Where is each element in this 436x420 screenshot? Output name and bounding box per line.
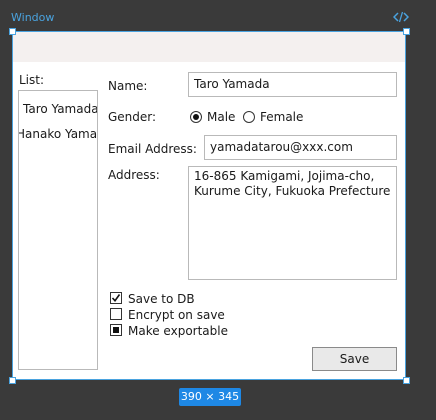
indeterminate-mark [113,327,119,333]
resize-handle-bottom-right[interactable] [403,377,410,384]
resize-handle-top-right[interactable] [403,28,410,35]
name-field[interactable]: Taro Yamada [188,72,397,97]
code-icon[interactable] [392,10,410,24]
encrypt-on-save-checkbox[interactable] [110,308,122,320]
window-title-strip [13,32,405,62]
male-radio-label[interactable]: Male [207,110,235,124]
female-radio-label[interactable]: Female [260,110,303,124]
name-label: Name: [108,79,148,93]
make-exportable-checkbox[interactable] [110,324,122,336]
make-exportable-label[interactable]: Make exportable [128,324,228,338]
male-radio[interactable] [190,111,202,123]
email-field[interactable]: yamadatarou@xxx.com [204,135,397,160]
list-item[interactable]: Hanako Yamada [19,127,97,141]
list-item[interactable]: Taro Yamada [23,102,97,116]
list-label: List: [19,73,45,87]
save-to-db-checkbox[interactable] [110,292,122,304]
address-label: Address: [108,168,160,182]
email-label: Email Address: [108,142,197,156]
save-to-db-label[interactable]: Save to DB [128,292,195,306]
gender-label: Gender: [108,110,157,124]
female-radio[interactable] [243,111,255,123]
address-line: 16-865 Kamigami, Jojima-cho, [194,169,375,183]
address-textarea[interactable]: 16-865 Kamigami, Jojima-cho, Kurume City… [188,166,397,280]
save-button[interactable]: Save [312,347,397,371]
people-listbox[interactable]: Taro Yamada Hanako Yamada [18,90,98,370]
resize-handle-bottom-left[interactable] [9,377,16,384]
designer-window-label: Window [11,11,55,24]
encrypt-on-save-label[interactable]: Encrypt on save [128,308,225,322]
resize-handle-top-left[interactable] [9,28,16,35]
address-line: Kurume City, Fukuoka Prefecture [194,184,391,198]
size-badge: 390 × 345 [179,388,241,406]
radio-selected-dot [193,114,199,120]
